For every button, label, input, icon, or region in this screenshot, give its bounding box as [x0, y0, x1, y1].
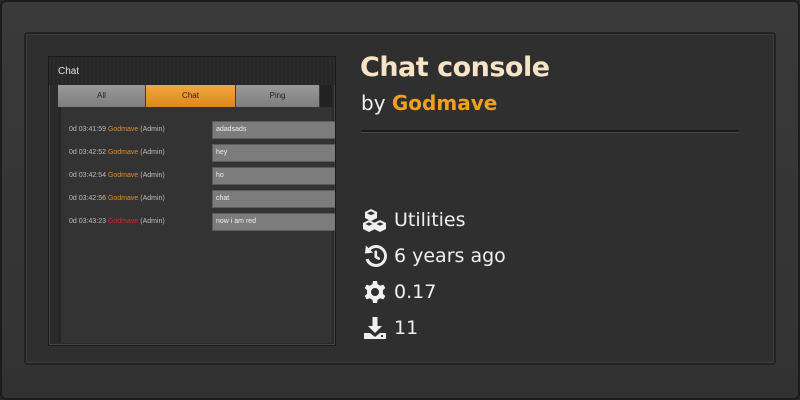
message-meta: 0d 03:42:54 Godmave (Admin) [69, 172, 165, 179]
message-text: hey [212, 144, 335, 162]
message-text: adadsads [212, 121, 335, 139]
screenshot-message: 0d 03:42:54 Godmave (Admin) ho [65, 167, 335, 187]
screenshot-message: 0d 03:43:23 Godmave (Admin) now i am red [65, 213, 335, 233]
mod-title[interactable]: Chat console [360, 52, 550, 83]
cubes-icon [363, 209, 386, 232]
screenshot-message: 0d 03:42:56 Godmave (Admin) chat [65, 190, 335, 210]
updated-row: 6 years ago [362, 243, 506, 269]
updated-label: 6 years ago [394, 245, 506, 267]
screenshot-tab-all: All [58, 85, 146, 107]
history-icon [365, 245, 387, 267]
message-text: ho [212, 167, 335, 185]
screenshot-tab-ping: Ping [236, 85, 320, 107]
message-meta: 0d 03:42:56 Godmave (Admin) [69, 195, 165, 202]
divider [361, 130, 739, 132]
download-icon [364, 317, 386, 339]
category-row: Utilities [362, 207, 466, 233]
message-meta: 0d 03:41:59 Godmave (Admin) [69, 126, 165, 133]
downloads-label: 11 [394, 317, 419, 339]
downloads-row: 11 [362, 315, 418, 341]
author-link[interactable]: Godmave [392, 91, 497, 115]
message-meta: 0d 03:42:52 Godmave (Admin) [69, 149, 165, 156]
gear-icon [364, 281, 386, 303]
screenshot-message: 0d 03:42:52 Godmave (Admin) hey [65, 144, 335, 164]
message-meta: 0d 03:43:23 Godmave (Admin) [69, 218, 165, 225]
screenshot-tabs: All Chat Ping [58, 85, 332, 107]
mod-byline: by Godmave [361, 91, 497, 115]
mod-screenshot[interactable]: Chat All Chat Ping 0d 03:41:59 Godmave (… [48, 56, 336, 346]
message-text: chat [212, 190, 335, 208]
version-row: 0.17 [362, 279, 436, 305]
category-label: Utilities [394, 209, 466, 231]
byline-prefix: by [361, 91, 386, 115]
screenshot-message-list: 0d 03:41:59 Godmave (Admin) adadsads 0d … [58, 107, 335, 343]
screenshot-tab-chat: Chat [146, 85, 236, 107]
screenshot-window-title: Chat [49, 57, 335, 85]
screenshot-message: 0d 03:41:59 Godmave (Admin) adadsads [65, 121, 335, 141]
version-label: 0.17 [394, 281, 437, 303]
message-text: now i am red [212, 213, 335, 231]
